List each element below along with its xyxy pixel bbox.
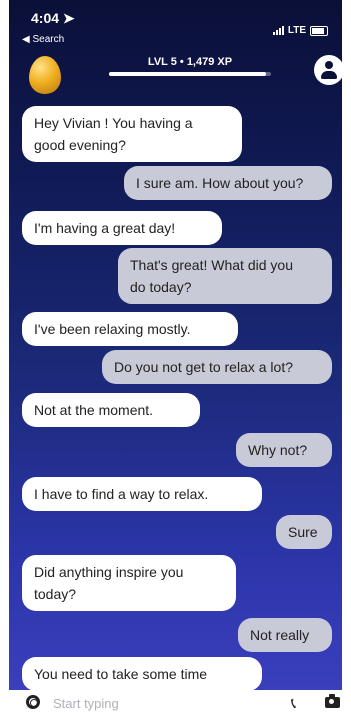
- bot-message-bubble: I'm having a great day!: [22, 211, 222, 245]
- message-text: Did anything inspire you today?: [34, 564, 184, 602]
- status-bar: 4:04 ➤ ◀ Search LTE: [9, 0, 342, 50]
- message-text: Sure: [288, 524, 318, 540]
- signal-icon: [272, 26, 284, 35]
- message-input[interactable]: Start typing: [53, 696, 119, 711]
- level-label: LVL 5 • 1,479 XP: [147, 56, 233, 68]
- user-message-bubble: Sure: [276, 515, 332, 549]
- xp-progress-fill: [109, 72, 267, 76]
- status-time: 4:04 ➤: [31, 10, 75, 26]
- back-to-search-link[interactable]: ◀ Search: [22, 34, 64, 45]
- user-message-bubble: Why not?: [236, 433, 332, 467]
- message-text: Not really: [250, 627, 310, 643]
- bot-message-bubble: You need to take some time: [22, 657, 262, 690]
- message-text: I'm having a great day!: [34, 220, 176, 236]
- message-text: Hey Vivian ! You having a good evening?: [34, 115, 193, 153]
- user-message-bubble: That's great! What did you do today?: [118, 248, 332, 304]
- camera-icon[interactable]: [325, 694, 340, 708]
- message-text: I sure am. How about you?: [136, 175, 304, 191]
- battery-icon: [310, 25, 328, 36]
- message-text: I've been relaxing mostly.: [34, 321, 191, 337]
- egg-avatar[interactable]: [29, 56, 61, 94]
- profile-button[interactable]: [314, 55, 342, 85]
- chat-screen: 4:04 ➤ ◀ Search LTE LVL 5 • 1,479 XP Hey…: [9, 0, 342, 690]
- message-text: I have to find a way to relax.: [34, 486, 209, 502]
- bot-message-bubble: I've been relaxing mostly.: [22, 312, 238, 346]
- xp-progress-bar: [109, 72, 271, 76]
- user-message-bubble: I sure am. How about you?: [124, 166, 332, 200]
- bot-message-bubble: Not at the moment.: [22, 393, 200, 427]
- message-text: Why not?: [248, 442, 308, 458]
- lifebuoy-icon[interactable]: [26, 695, 40, 709]
- user-message-bubble: Not really: [238, 618, 332, 652]
- network-label: LTE: [287, 25, 306, 36]
- user-message-bubble: Do you not get to relax a lot?: [102, 350, 332, 384]
- message-text: Do you not get to relax a lot?: [114, 359, 293, 375]
- network-status: LTE: [272, 25, 328, 36]
- bot-message-bubble: Hey Vivian ! You having a good evening?: [22, 106, 242, 162]
- profile-icon: [325, 61, 333, 69]
- message-input-bar: Start typing 📞︎: [0, 690, 351, 720]
- bot-message-bubble: Did anything inspire you today?: [22, 555, 236, 611]
- phone-icon[interactable]: 📞︎: [291, 695, 296, 712]
- message-text: That's great! What did you do today?: [130, 257, 293, 295]
- bot-message-bubble: I have to find a way to relax.: [22, 477, 262, 511]
- profile-icon-body: [321, 71, 337, 79]
- message-text: Not at the moment.: [34, 402, 154, 418]
- message-text: You need to take some time: [34, 666, 208, 682]
